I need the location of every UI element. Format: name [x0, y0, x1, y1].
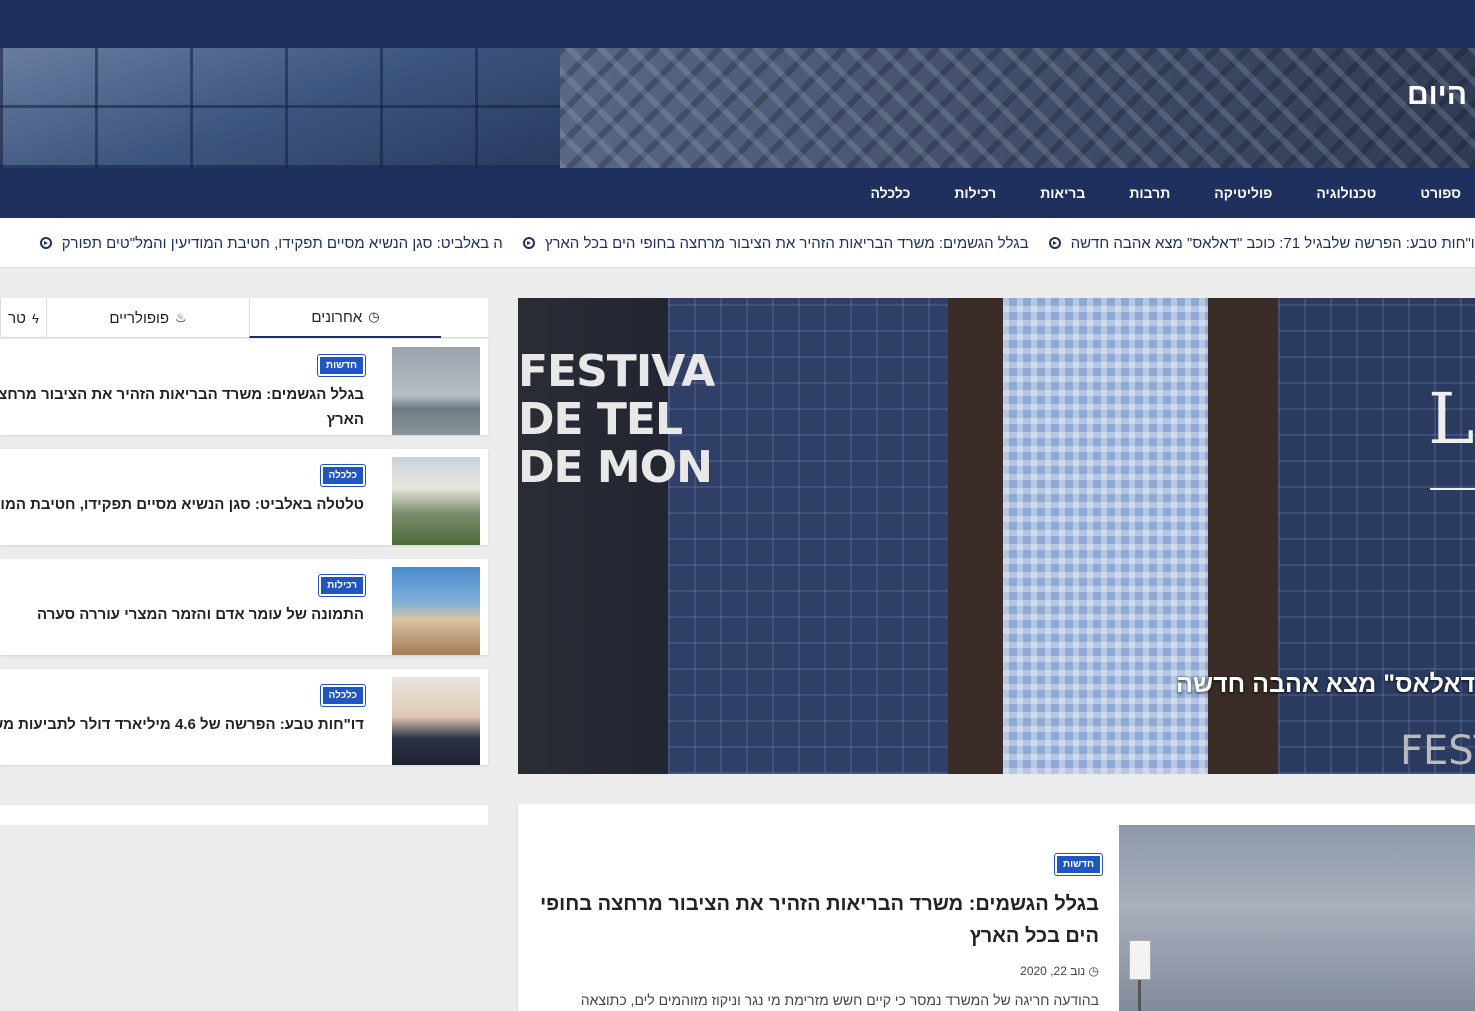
ticker-item[interactable]: בגלל הגשמים: משרד הבריאות הזהיר את הציבו…	[503, 235, 1029, 252]
nav-item-health[interactable]: בריאות	[1040, 185, 1085, 201]
tab-popular[interactable]: ♨ פופולריים	[46, 298, 249, 338]
arrow-circle-icon	[1048, 237, 1061, 249]
ticker-item[interactable]: ה באלביט: סגן הנשיא מסיים תפקידו, חטיבת …	[20, 235, 503, 252]
side-post-title[interactable]: טלטלה באלביט: סגן הנשיא מסיים תפקידו, חט…	[0, 492, 364, 517]
clock-icon: ◷	[1085, 964, 1099, 978]
sidebar-widget	[0, 805, 488, 825]
ticker-item[interactable]: דו"חות טבע: הפרשה של	[1331, 235, 1475, 252]
arrow-circle-icon	[522, 237, 535, 249]
hero-backdrop-text: FESTIVA DE TEL DE MON	[518, 346, 715, 493]
bolt-icon: ϟ	[31, 310, 39, 326]
category-badge[interactable]: חדשות	[1054, 854, 1102, 875]
side-post-title[interactable]: דו"חות טבע: הפרשה של 4.6 מיליארד דולר לת…	[0, 712, 364, 737]
nav-item-economy[interactable]: כלכלה	[871, 185, 911, 201]
fire-icon: ♨	[175, 310, 187, 325]
side-post-title[interactable]: בגלל הגשמים: משרד הבריאות הזהיר את הציבו…	[0, 382, 364, 432]
main-navigation: ספורט טכנולוגיה פוליטיקה תרבות בריאות רכ…	[0, 168, 1475, 218]
main-post-card[interactable]: חדשות בגלל הגשמים: משרד הבריאות הזהיר את…	[518, 804, 1475, 1011]
side-post-card[interactable]: רכילות התמונה של עומר אדם והזמר המצרי עו…	[0, 559, 488, 655]
main-post-title[interactable]: בגלל הגשמים: משרד הבריאות הזהיר את הציבו…	[539, 888, 1099, 952]
post-date: ◷ נוב 22, 2020	[1020, 964, 1099, 978]
news-ticker: ה באלביט: סגן הנשיא מסיים תפקידו, חטיבת …	[0, 218, 1475, 268]
post-thumbnail[interactable]	[392, 567, 480, 655]
category-badge[interactable]: חדשות	[317, 355, 365, 376]
category-badge[interactable]: כלכלה	[320, 685, 365, 706]
header-banner: היום	[0, 48, 1475, 168]
post-excerpt: בהודעה חריגה של המשרד נמסר כי קיים חשש מ…	[580, 992, 1099, 1008]
side-post-card[interactable]: כלכלה דו"חות טבע: הפרשה של 4.6 מיליארד ד…	[0, 669, 488, 765]
site-title[interactable]: היום	[1407, 78, 1467, 112]
arrow-circle-icon	[39, 237, 52, 249]
tab-latest[interactable]: ◷ אחרונים	[249, 298, 441, 338]
tab-trending[interactable]: ϟ טר	[0, 298, 46, 338]
category-badge[interactable]: רכילות	[319, 575, 365, 596]
post-thumbnail[interactable]	[392, 677, 480, 765]
hero-slider[interactable]: FESTIVA DE TEL DE MON FEST Lo דאלאס" מצא…	[518, 298, 1475, 774]
sidebar-tabs: ϟ טר ♨ פופולריים ◷ אחרונים	[0, 298, 488, 338]
top-bar	[0, 0, 1475, 48]
nav-item-gossip[interactable]: רכילות	[954, 185, 996, 201]
side-post-card[interactable]: חדשות בגלל הגשמים: משרד הבריאות הזהיר את…	[0, 339, 488, 435]
nav-item-technology[interactable]: טכנולוגיה	[1316, 185, 1376, 201]
nav-item-sport[interactable]: ספורט	[1420, 185, 1461, 201]
post-thumbnail[interactable]	[392, 457, 480, 545]
category-badge[interactable]: כלכלה	[320, 465, 365, 486]
side-post-title[interactable]: התמונה של עומר אדם והזמר המצרי עוררה סער…	[0, 602, 364, 627]
nav-item-culture[interactable]: תרבות	[1129, 185, 1170, 201]
hero-title[interactable]: דאלאס" מצא אהבה חדשה	[1176, 670, 1475, 699]
hero-backdrop-text-bottom: FEST	[1400, 728, 1475, 774]
post-thumbnail[interactable]	[392, 347, 480, 435]
hero-logo-text: Lo	[1428, 378, 1475, 460]
side-post-card[interactable]: כלכלה טלטלה באלביט: סגן הנשיא מסיים תפקי…	[0, 449, 488, 545]
ticker-item[interactable]: בגיל 71: כוכב "דאלאס" מצא אהבה חדשה	[1029, 235, 1331, 252]
clock-icon: ◷	[368, 309, 380, 324]
main-post-image[interactable]	[1119, 825, 1475, 1011]
nav-item-politics[interactable]: פוליטיקה	[1214, 185, 1272, 201]
